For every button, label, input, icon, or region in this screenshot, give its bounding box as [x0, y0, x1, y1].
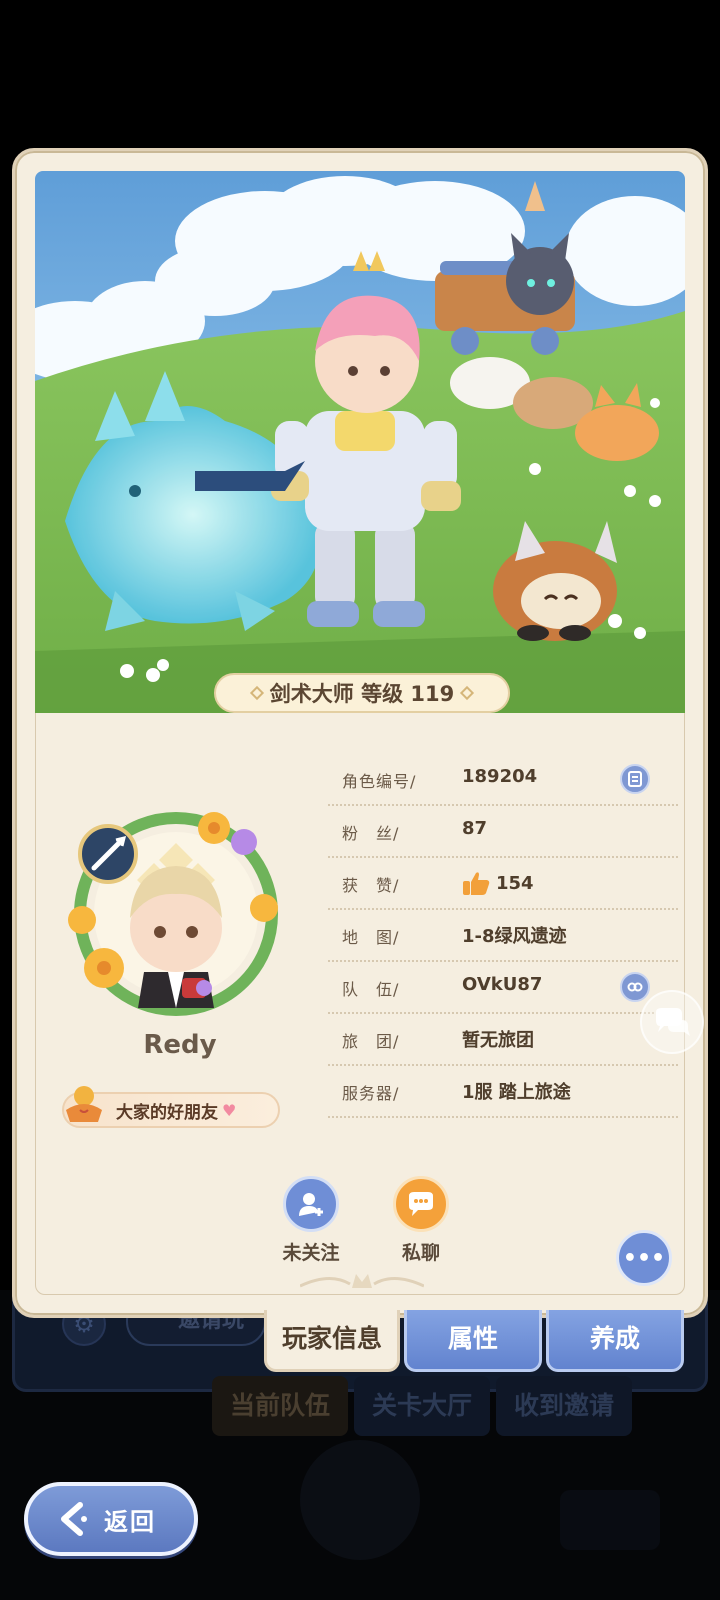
info-value-wrap: 154 [462, 870, 534, 896]
player-profile-card [12, 148, 708, 1318]
profile-tabs: 玩家信息 属性 养成 [264, 1310, 684, 1372]
tab-player-info[interactable]: 玩家信息 [264, 1310, 400, 1372]
more-options-button[interactable]: ••• [616, 1230, 672, 1286]
info-key: 地 图/ [342, 928, 400, 947]
ellipsis-icon: ••• [622, 1245, 666, 1271]
info-key: 队 伍/ [342, 980, 400, 999]
card-bottom-ornament [300, 1274, 424, 1288]
background-tab-current-team: 当前队伍 [212, 1376, 349, 1436]
info-row-likes: 获 赞/ 154 [328, 858, 678, 910]
info-row-role-id: 角色编号/ 189204 [328, 754, 678, 806]
chat-bubble-icon [393, 1176, 449, 1232]
heart-icon: ♥ [222, 1100, 237, 1120]
player-avatar[interactable] [64, 808, 288, 1018]
info-value: 154 [496, 872, 534, 894]
info-key: 粉 丝/ [342, 824, 400, 843]
class-level-text: 剑术大师 等级 119 [269, 682, 455, 706]
info-row-server: 服务器/ 1服 踏上旅途 [328, 1066, 678, 1118]
copy-id-icon[interactable] [620, 764, 650, 794]
info-row-guild: 旅 团/ 暂无旅团 [328, 1014, 678, 1066]
background-decor [560, 1490, 660, 1550]
back-label: 返回 [104, 1507, 156, 1536]
info-key: 旅 团/ [342, 1032, 400, 1051]
banner-diamond-icon [249, 685, 264, 701]
private-chat-label: 私聊 [401, 1242, 440, 1264]
banner-diamond-icon [460, 685, 475, 701]
floating-chat-icon[interactable] [640, 990, 704, 1054]
add-user-icon [283, 1176, 339, 1232]
friend-title-badge: 大家的好朋友 ♥ [62, 1086, 280, 1128]
follow-label: 未关注 [282, 1242, 340, 1264]
background-decor [300, 1440, 420, 1560]
background-tab-stage-lobby: 关卡大厅 [354, 1376, 491, 1436]
character-showcase-scene [35, 171, 685, 713]
info-row-fans: 粉 丝/ 87 [328, 806, 678, 858]
info-value: 1-8绿风遗迹 [462, 926, 567, 947]
info-value: OVkU87 [462, 974, 543, 995]
info-key: 角色编号/ [342, 772, 417, 791]
private-chat-button[interactable]: 私聊 [376, 1176, 466, 1265]
info-row-team: 队 伍/ OVkU87 [328, 962, 678, 1014]
friend-mascot-icon [66, 1086, 102, 1122]
tab-attributes[interactable]: 属性 [404, 1310, 542, 1372]
back-button[interactable]: 返回 [24, 1482, 198, 1556]
tab-development[interactable]: 养成 [546, 1310, 684, 1372]
info-value: 1服 踏上旅途 [462, 1082, 571, 1103]
class-level-banner: 剑术大师 等级 119 [214, 673, 510, 713]
info-value: 暂无旅团 [462, 1030, 534, 1051]
info-row-map: 地 图/ 1-8绿风遗迹 [328, 910, 678, 962]
team-link-icon[interactable] [620, 972, 650, 1002]
info-value: 189204 [462, 766, 538, 787]
follow-button[interactable]: 未关注 [266, 1176, 356, 1265]
info-value: 87 [462, 818, 488, 839]
thumbs-up-icon [463, 872, 490, 895]
back-arrow-icon [54, 1499, 94, 1539]
info-key: 服务器/ [342, 1084, 400, 1103]
background-tab-invites: 收到邀请 [496, 1376, 633, 1436]
friend-title-text: 大家的好朋友 [116, 1102, 218, 1123]
player-name: Redy [143, 1030, 217, 1060]
info-key: 获 赞/ [342, 876, 400, 895]
background-tabs: 当前队伍 关卡大厅 收到邀请 [212, 1376, 633, 1436]
